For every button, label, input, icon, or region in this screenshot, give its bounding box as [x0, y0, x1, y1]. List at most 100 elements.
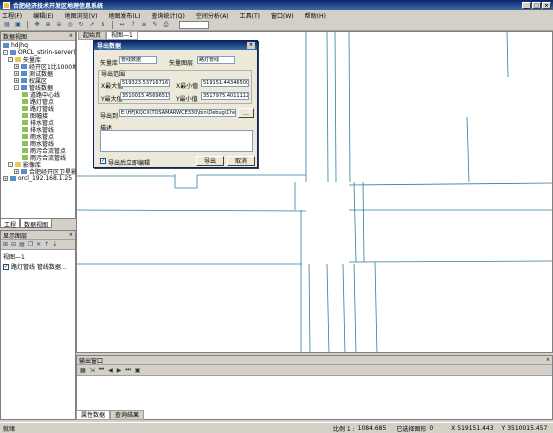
move-down-icon[interactable]: ↓ [52, 241, 57, 248]
print-icon[interactable]: ⎙ [162, 21, 170, 29]
pan-icon[interactable]: ✥ [33, 21, 41, 29]
tab-project[interactable]: 工程 [0, 219, 21, 229]
ymin-label: Y最小值 [176, 96, 198, 103]
menu-project[interactable]: 工程(F) [2, 11, 22, 20]
vector-library-field[interactable]: 管线数据 [119, 56, 157, 64]
layer-item-label: 路灯管线 管线数据... [11, 264, 67, 271]
expand-icon[interactable]: + [14, 78, 19, 83]
layer-icon[interactable]: ≡ [140, 21, 148, 29]
menu-bar: 工程(F) 编辑(E) 地图浏览(V) 地图发布(L) 查询统计(Q) 空间分析… [0, 10, 553, 20]
select-icon[interactable]: ➚ [88, 21, 96, 29]
cancel-button[interactable]: 取消 [227, 156, 255, 166]
pipeline-line [342, 263, 346, 352]
menu-edit[interactable]: 编辑(E) [33, 11, 53, 20]
tree-item[interactable]: hdjhq [3, 42, 28, 49]
full-extent-icon[interactable]: ◎ [66, 21, 74, 29]
tab-view-1[interactable]: 视图—1 [106, 31, 138, 40]
close-icon[interactable]: × [69, 33, 73, 39]
tree-item[interactable]: + orcl_192.168.1.25 [3, 175, 72, 182]
catalog-header: 数据视图 × [1, 32, 75, 41]
selected-count-label: 已选择图形 [396, 425, 427, 433]
menu-window[interactable]: 窗口(W) [271, 11, 294, 20]
menu-map-publish[interactable]: 地图发布(L) [108, 11, 140, 20]
pipeline-line [374, 261, 378, 352]
collapse-icon[interactable]: - [3, 50, 8, 55]
ymin-field[interactable]: 3517975.40111128 [201, 92, 249, 100]
menu-analysis[interactable]: 空间分析(A) [196, 11, 229, 20]
add-layer-icon[interactable]: ⊞ [3, 241, 8, 248]
refresh-icon[interactable]: ↻ [77, 21, 85, 29]
edit-after-export-checkbox[interactable]: ✓ [100, 158, 106, 164]
expand-icon[interactable]: + [14, 169, 19, 174]
expand-icon[interactable]: + [14, 71, 19, 76]
query-icon[interactable]: ? [129, 21, 137, 29]
minimize-button[interactable]: _ [522, 1, 531, 9]
close-icon[interactable]: × [546, 357, 550, 363]
pipeline-line [506, 32, 509, 78]
vector-layer-field[interactable]: 路灯管线 [197, 56, 235, 64]
edit-icon[interactable]: ✎ [151, 21, 159, 29]
tab-attribute-data[interactable]: 属性数据 [76, 410, 111, 420]
layer-visibility-checkbox[interactable]: ✓ [3, 263, 9, 270]
filter-icon[interactable]: ▣ [135, 367, 141, 374]
output-title: 输出窗口 [79, 357, 104, 365]
menu-map-browse[interactable]: 地图浏览(V) [65, 11, 98, 20]
tab-query-results[interactable]: 查询结果 [110, 410, 145, 420]
prev-record-icon[interactable]: ◀ [108, 367, 113, 374]
expand-icon[interactable]: + [3, 176, 8, 181]
last-record-icon[interactable]: ⏭ [125, 366, 130, 374]
layer-item[interactable]: ✓ 路灯管线 管线数据... [3, 262, 67, 271]
description-textarea[interactable] [100, 130, 253, 152]
identify-icon[interactable]: ℹ [99, 21, 107, 29]
export-button[interactable]: 导出 [196, 156, 224, 166]
dataset-icon [21, 78, 27, 83]
measure-icon[interactable]: ↔ [118, 21, 126, 29]
collapse-icon[interactable]: - [8, 162, 13, 167]
zoom-out-icon[interactable]: ⊖ [55, 21, 63, 29]
export-icon[interactable]: ⇲ [90, 367, 95, 374]
xmin-field[interactable]: 519151.443465007 [201, 79, 249, 87]
layer-icon [22, 127, 28, 132]
table-icon[interactable]: ▦ [80, 367, 86, 374]
maximize-button[interactable]: □ [532, 1, 541, 9]
export-path-field[interactable]: E:\HFJKQCX\TOSAMARWCE330\bin\Debug\Check… [119, 109, 236, 117]
dataset-icon [21, 64, 27, 69]
close-icon[interactable]: × [247, 42, 255, 49]
menu-tools[interactable]: 工具(T) [240, 11, 260, 20]
menu-query[interactable]: 查询统计(Q) [151, 11, 184, 20]
menu-help[interactable]: 帮助(H) [305, 11, 326, 20]
pipeline-line [353, 181, 357, 263]
tab-start-page[interactable]: 起始页 [78, 31, 107, 40]
y-coord-label: Y [501, 424, 506, 432]
close-icon[interactable]: × [69, 232, 73, 238]
ymax-field[interactable]: 3510015.45696515 [120, 92, 170, 100]
move-up-icon[interactable]: ↑ [44, 241, 49, 248]
remove-layer-icon[interactable]: ⊟ [11, 241, 16, 248]
output-toolbar: ▦ ⇲ ⏮ ◀ ▶ ⏭ ▣ [77, 365, 552, 376]
export-data-dialog: 导出数据 × 矢量库 管线数据 矢量图层 路灯管线 导出范围 X最大值 5193… [93, 40, 258, 168]
copy-icon[interactable]: ❐ [28, 241, 33, 248]
server-icon [10, 176, 16, 181]
map-tabs: 起始页 视图—1 [78, 31, 138, 40]
export-to-label: 导出到 [100, 113, 119, 120]
view-name[interactable]: 视图—1 [3, 252, 25, 261]
open-icon[interactable]: ▤ [3, 21, 11, 29]
collapse-icon[interactable]: - [8, 57, 13, 62]
scale-combo[interactable] [179, 21, 209, 29]
browse-button[interactable]: ... [238, 108, 254, 118]
collapse-icon[interactable]: - [14, 85, 19, 90]
delete-icon[interactable]: ✕ [36, 241, 41, 248]
toolbar-separator [112, 21, 113, 29]
expand-icon[interactable]: + [14, 64, 19, 69]
properties-icon[interactable]: ▤ [19, 241, 25, 248]
close-button[interactable]: × [542, 1, 551, 9]
zoom-in-icon[interactable]: ⊕ [44, 21, 52, 29]
next-record-icon[interactable]: ▶ [117, 367, 122, 374]
first-record-icon[interactable]: ⏮ [99, 366, 104, 374]
xmax-field[interactable]: 519323.537167167 [120, 79, 170, 87]
window-title: 合肥经济技术开发区地理信息系统 [13, 2, 104, 10]
save-icon[interactable]: ▣ [14, 21, 22, 29]
tree-item[interactable]: + 合肥经开区卫星影像 [14, 168, 83, 176]
tab-data-view[interactable]: 数据视图 [20, 219, 53, 229]
vector-library-label: 矢量库 [100, 60, 119, 67]
